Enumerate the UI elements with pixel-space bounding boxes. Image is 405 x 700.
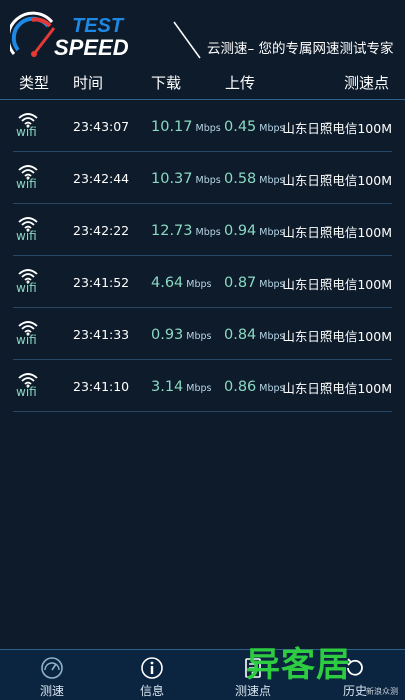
test-time: 23:42:22 — [73, 223, 130, 238]
connection-type: wifi — [16, 281, 37, 295]
watermark-logo: 异客居 — [246, 645, 351, 685]
column-time: 时间 — [73, 74, 104, 92]
upload-speed: 0.45 Mbps — [224, 119, 285, 135]
test-node: 山东日照电信100M — [282, 329, 392, 344]
table-header: 类型 时间 下载 上传 测速点 — [0, 64, 405, 100]
upload-speed: 0.84 Mbps — [224, 327, 285, 343]
app-slogan: 云测速– 您的专属网速测试专家 — [207, 41, 394, 57]
table-row[interactable]: wifi 23:41:52 4.64 Mbps 0.87 Mbps 山东日照电信10… — [13, 256, 392, 308]
column-node: 测速点 — [344, 74, 390, 92]
test-node: 山东日照电信100M — [282, 277, 392, 292]
test-time: 23:42:44 — [73, 171, 130, 186]
app-header: TEST SPEED 云测速– 您的专属网速测试专家 — [0, 0, 405, 64]
upload-speed: 0.94 Mbps — [224, 223, 285, 239]
table-row[interactable]: wifi 23:41:33 0.93 Mbps 0.84 Mbps 山东日照电信10… — [13, 308, 392, 360]
download-speed: 10.17 Mbps — [151, 119, 221, 135]
test-node: 山东日照电信100M — [282, 381, 392, 396]
test-node: 山东日照电信100M — [282, 225, 392, 240]
test-node: 山东日照电信100M — [282, 121, 392, 136]
test-time: 23:43:07 — [73, 119, 130, 134]
test-node: 山东日照电信100M — [282, 173, 392, 188]
download-speed: 12.73 Mbps — [151, 223, 221, 239]
tab-label: 信息 — [139, 684, 164, 698]
connection-type: wifi — [16, 177, 37, 191]
history-list: wifi 23:43:07 10.17 Mbps 0.45 Mbps 山东日照电信1… — [0, 100, 405, 412]
tab-label: 测速 — [39, 684, 64, 698]
test-time: 23:41:10 — [73, 379, 130, 394]
upload-speed: 0.86 Mbps — [224, 379, 285, 395]
download-speed: 3.14 Mbps — [151, 379, 212, 395]
column-type: 类型 — [19, 74, 50, 92]
info-icon — [141, 657, 163, 679]
connection-type: wifi — [16, 125, 37, 139]
table-row[interactable]: wifi 23:42:44 10.37 Mbps 0.58 Mbps 山东日照电信1… — [13, 152, 392, 204]
table-row[interactable]: wifi 23:41:10 3.14 Mbps 0.86 Mbps 山东日照电信10… — [13, 360, 392, 412]
download-speed: 0.93 Mbps — [151, 327, 212, 343]
connection-type: wifi — [16, 385, 37, 399]
svg-text:TEST: TEST — [72, 15, 125, 37]
svg-text:SPEED: SPEED — [54, 35, 129, 60]
download-speed: 4.64 Mbps — [151, 275, 212, 291]
test-time: 23:41:52 — [73, 275, 130, 290]
test-time: 23:41:33 — [73, 327, 130, 342]
table-row[interactable]: wifi 23:42:22 12.73 Mbps 0.94 Mbps 山东日照电信1… — [13, 204, 392, 256]
column-upload: 上传 — [225, 74, 256, 92]
header-divider-icon — [173, 21, 201, 59]
speedometer-icon — [41, 657, 63, 679]
tab-speed-test[interactable]: 测速 — [12, 650, 92, 700]
download-speed: 10.37 Mbps — [151, 171, 221, 187]
connection-type: wifi — [16, 333, 37, 347]
upload-speed: 0.87 Mbps — [224, 275, 285, 291]
watermark-caption: 新浪众测 — [366, 687, 398, 696]
connection-type: wifi — [16, 229, 37, 243]
table-row[interactable]: wifi 23:43:07 10.17 Mbps 0.45 Mbps 山东日照电信1… — [13, 100, 392, 152]
column-download: 下载 — [151, 74, 182, 92]
tab-info[interactable]: 信息 — [112, 650, 192, 700]
test-speed-logo: TEST SPEED — [10, 11, 129, 60]
upload-speed: 0.58 Mbps — [224, 171, 285, 187]
